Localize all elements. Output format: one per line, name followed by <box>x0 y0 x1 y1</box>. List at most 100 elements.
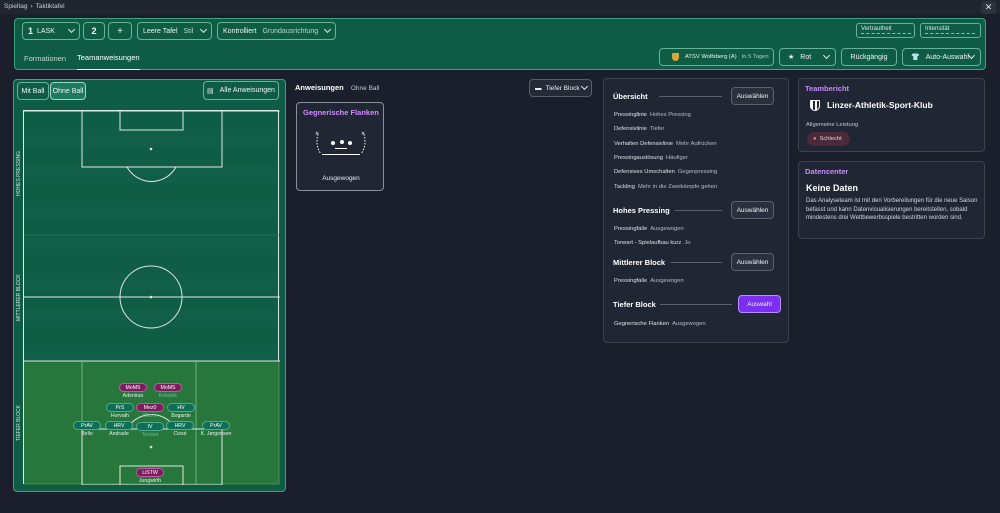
overview-row: Defensivlinie Tiefer <box>614 126 665 132</box>
tactic-slot-2[interactable]: 2 <box>83 22 105 40</box>
opponent-name: ATSV Wolfsberg (A) <box>685 54 737 60</box>
board-label: Leere Tafel <box>143 27 178 35</box>
svg-text:✕: ✕ <box>315 131 319 137</box>
breadcrumb: Spieltag › Taktiktafel <box>4 3 68 10</box>
add-tactic-button[interactable]: + <box>108 22 132 40</box>
overview-row: Pressinglinie Hohes Pressing <box>614 112 691 118</box>
mid-block-select-button[interactable]: Auswählen <box>731 253 774 271</box>
close-button[interactable]: ✕ <box>981 1 996 14</box>
player-role-token[interactable]: PrS <box>106 403 134 412</box>
performance-badge: ● Schlecht <box>807 132 850 146</box>
player-role-token[interactable]: IV <box>136 422 164 431</box>
pitch-panel: Mit Ball Ohne Ball ▤ Alle Anweisungen HO… <box>13 79 286 492</box>
mid-block-row: Pressingfalle Ausgewogen <box>614 278 684 284</box>
high-press-title: Hohes Pressing <box>613 206 670 215</box>
shirt-icon: 👕 <box>911 54 920 61</box>
top-bar: Spieltag › Taktiktafel ✕ <box>0 0 1000 14</box>
datacenter-text: Das Analyseteam ist mit den Vorbereitung… <box>806 198 978 222</box>
high-press-select-button[interactable]: Auswählen <box>731 201 774 219</box>
team-select[interactable]: 1 LASK <box>22 22 80 40</box>
instruction-card-value: Ausgewogen <box>322 175 360 182</box>
control-select[interactable]: Kontrolliert Grundausrichtung <box>217 22 336 40</box>
crosses-diagram-icon: ✕ ✕ <box>315 131 366 155</box>
player-role-token[interactable]: HV <box>167 403 195 412</box>
team-number: 1 <box>28 26 34 36</box>
breadcrumb-item[interactable]: Spieltag <box>4 3 28 10</box>
opponent-date: In 5 Tagen <box>741 54 769 60</box>
instructions-mode: Ohne Ball <box>350 85 380 92</box>
player-role-token[interactable]: PrAV <box>73 421 101 430</box>
board-select[interactable]: Leere Tafel Stil <box>137 22 212 40</box>
datacenter-title: Datencenter <box>805 167 849 176</box>
opponent-info[interactable]: ATSV Wolfsberg (A) In 5 Tagen <box>659 48 774 66</box>
zone-label-high-press: HOHES PRESSING <box>16 150 22 196</box>
high-press-row: Pressingfalle Ausgewogen <box>614 226 684 232</box>
chevron-down-icon <box>199 25 208 34</box>
undo-button[interactable]: Rückgängig <box>841 48 897 66</box>
phase-filter-select[interactable]: ▬ Tiefer Block <box>529 79 592 97</box>
instructions-title: Anweisungen <box>295 83 344 92</box>
familiarity-meter[interactable]: Vertrautheit <box>856 23 915 38</box>
instructions-heading: Anweisungen Ohne Ball <box>295 83 379 92</box>
overview-select-button[interactable]: Auswählen <box>731 87 774 105</box>
instruction-card-crosses[interactable]: Gegnerische Flanken ✕ ✕ Ausgewogen <box>296 102 384 191</box>
zone-label-mid-block: MITTLERER BLOCK <box>16 274 22 321</box>
block-icon: ▬ <box>535 84 542 92</box>
overview-row: Tackling Mehr in die Zweikämpfe gehen <box>614 184 718 190</box>
tab-formationen[interactable]: Formationen <box>24 54 66 63</box>
overview-row: Verhalten Defensivlinie Mehr Aufrücken <box>614 141 717 147</box>
high-press-row: Torwart - Spielaufbau kurz Jo <box>614 240 691 246</box>
mid-block-title: Mittlerer Block <box>613 258 666 267</box>
breadcrumb-item: Taktiktafel <box>35 3 65 10</box>
chevron-down-icon <box>67 25 76 34</box>
player-name: Bogarde <box>171 413 191 419</box>
player-name: Koleptic <box>158 393 178 399</box>
player-name: Jungwirth <box>138 478 162 484</box>
player-role-token[interactable]: PrAV <box>202 421 230 430</box>
tactics-header: 1 LASK 2 + Leere Tafel Stil Kontrolliert… <box>14 18 986 70</box>
club-name: Linzer-Athletik-Sport-Klub <box>827 100 933 110</box>
board-sub: Stil <box>183 27 194 35</box>
thumbs-down-icon: ● <box>813 136 817 142</box>
control-label: Kontrolliert <box>223 27 257 35</box>
auto-select-button[interactable]: 👕 Auto-Auswahl <box>902 48 981 66</box>
player-name: K. Jørgensen <box>200 431 232 437</box>
player-role-token[interactable]: Mez0 <box>136 403 164 412</box>
club-crest-icon <box>810 100 820 111</box>
chevron-down-icon <box>323 25 332 34</box>
performance-value: Schlecht <box>819 136 842 142</box>
chevron-down-icon <box>967 51 976 60</box>
player-role-token[interactable]: MoMS <box>154 383 182 392</box>
toggle-with-ball[interactable]: Mit Ball <box>17 82 49 100</box>
chevron-down-icon <box>822 51 831 60</box>
player-role-token[interactable]: HRV <box>166 421 194 430</box>
clipboard-icon: ▤ <box>207 87 214 95</box>
instruction-card-title: Gegnerische Flanken <box>303 108 379 117</box>
star-icon: ★ <box>788 54 795 61</box>
low-block-selected-button[interactable]: Auswahl <box>738 295 781 313</box>
overview-title: Übersicht <box>613 92 648 101</box>
auto-select-label: Auto-Auswahl <box>925 53 969 61</box>
tab-teamanweisungen[interactable]: Teamanweisungen <box>77 53 140 70</box>
all-instructions-button[interactable]: ▤ Alle Anweisungen <box>203 81 279 100</box>
chevron-down-icon <box>580 82 589 91</box>
rating-label: Rot <box>800 53 812 61</box>
low-block-row: Gegnerische Flanken Ausgewogen <box>614 321 706 327</box>
svg-text:✕: ✕ <box>361 131 365 137</box>
intensity-meter[interactable]: Intensität <box>920 23 981 38</box>
meter-label: Vertrautheit <box>861 26 892 32</box>
team-report-title: Teambericht <box>805 84 850 93</box>
datacenter-heading: Keine Daten <box>806 183 859 193</box>
rating-select[interactable]: ★ Rot <box>779 48 836 66</box>
overview-panel: Übersicht Auswählen Pressinglinie Hohes P… <box>603 78 789 343</box>
all-instructions-label: Alle Anweisungen <box>219 87 275 94</box>
overview-row: Pressingauslösung Häufiger <box>614 155 688 161</box>
datacenter-panel: Datencenter Keine Daten Das Analyseteam … <box>798 161 985 239</box>
player-role-token[interactable]: MoMS <box>119 383 147 392</box>
player-role-token[interactable]: LiSTW <box>136 468 164 477</box>
performance-label: Allgemeine Leistung <box>806 122 859 128</box>
breadcrumb-separator-icon: › <box>30 3 33 10</box>
toggle-without-ball[interactable]: Ohne Ball <box>50 82 86 100</box>
player-role-token[interactable]: HRV <box>105 421 133 430</box>
phase-filter-label: Tiefer Block <box>545 84 580 92</box>
